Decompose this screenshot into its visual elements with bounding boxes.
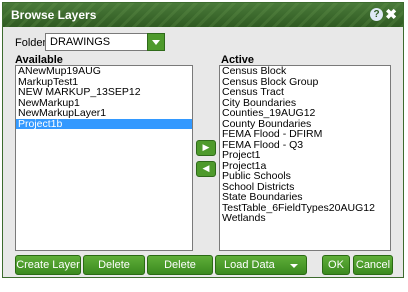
remove-layer-button[interactable]: ◀ bbox=[196, 161, 216, 177]
arrow-left-icon: ◀ bbox=[202, 163, 210, 173]
active-list-item[interactable]: FEMA Flood - DFIRM bbox=[220, 129, 390, 140]
delete-folder-button[interactable]: Delete Folder bbox=[147, 255, 213, 289]
add-layer-button[interactable]: ▶ bbox=[196, 140, 216, 156]
title-bar[interactable]: Browse Layers ? ✖ bbox=[3, 3, 403, 27]
available-list-item[interactable]: Project1b bbox=[16, 118, 192, 129]
active-list-item[interactable]: Public Schools bbox=[220, 171, 390, 182]
available-list-item[interactable]: ANewMup19AUG bbox=[16, 66, 192, 77]
active-list-item[interactable]: Wetlands bbox=[220, 213, 390, 224]
delete-layer-button[interactable]: Delete Layer bbox=[83, 255, 145, 289]
browse-layers-dialog: Browse Layers ? ✖ Folder: DRAWINGS Avail… bbox=[2, 2, 404, 289]
close-icon[interactable]: ✖ bbox=[385, 6, 397, 23]
active-list-item[interactable]: Census Block bbox=[220, 66, 390, 77]
active-list[interactable]: Census Block Census Block Group Census Tra… bbox=[219, 65, 391, 251]
create-layer-button[interactable]: Create Layer bbox=[15, 255, 81, 275]
cancel-button[interactable]: Cancel bbox=[353, 255, 393, 275]
active-list-item[interactable]: Project1 bbox=[220, 150, 390, 161]
folder-select[interactable]: DRAWINGS bbox=[45, 33, 165, 51]
ok-button[interactable]: OK bbox=[322, 255, 350, 275]
load-data-label: Load Data bbox=[224, 259, 275, 271]
arrow-right-icon: ▶ bbox=[202, 142, 210, 152]
active-list-item[interactable]: Counties_19AUG12 bbox=[220, 108, 390, 119]
load-data-dropdown[interactable]: Load Data bbox=[215, 255, 307, 275]
available-list[interactable]: ANewMup19AUG MarkupTest1 NEW MARKUP_13SEP1… bbox=[15, 65, 193, 251]
chevron-down-icon[interactable] bbox=[147, 33, 165, 51]
window-title: Browse Layers bbox=[11, 8, 97, 22]
active-list-item[interactable]: Census Tract bbox=[220, 87, 390, 98]
folder-select-value: DRAWINGS bbox=[50, 36, 111, 48]
available-list-item[interactable]: NewMarkupLayer1 bbox=[16, 108, 192, 119]
help-icon[interactable]: ? bbox=[370, 8, 383, 21]
available-list-item[interactable]: NEW MARKUP_13SEP12 bbox=[16, 87, 192, 98]
active-list-item[interactable]: State Boundaries bbox=[220, 192, 390, 203]
chevron-down-icon bbox=[290, 264, 298, 268]
